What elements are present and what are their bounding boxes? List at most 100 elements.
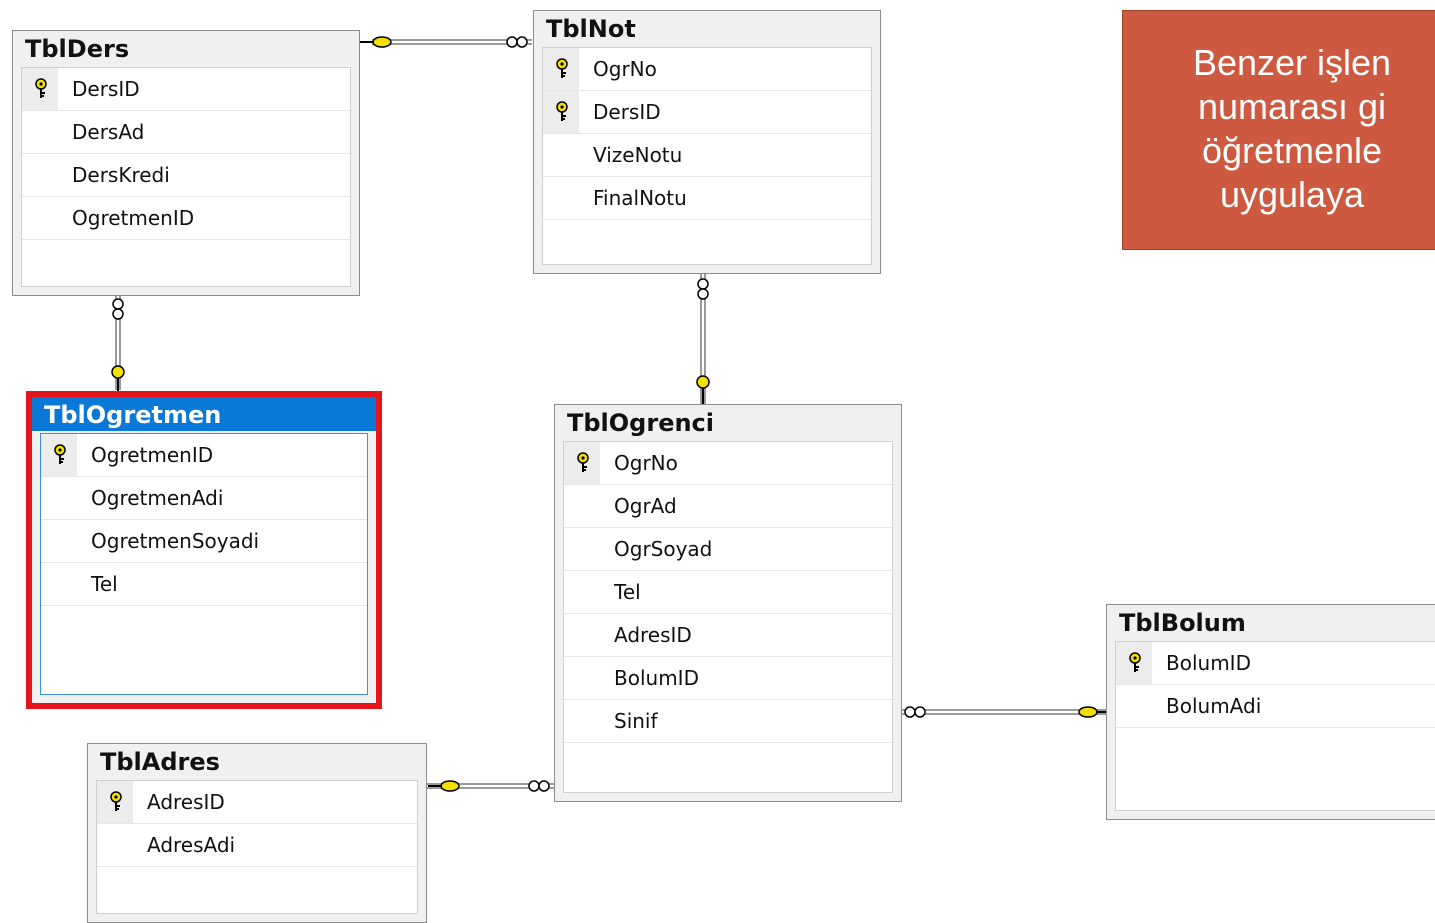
many-end-infinity-icon <box>904 706 926 718</box>
column-grid: AdresID AdresAdi <box>96 780 418 914</box>
many-end-infinity-icon <box>697 278 709 300</box>
row-selector <box>564 571 600 613</box>
column-row[interactable]: DersID <box>22 68 350 111</box>
many-end-infinity-icon <box>112 298 124 320</box>
callout-line: Benzer işlen <box>1192 42 1392 83</box>
column-name: OgretmenID <box>72 206 195 230</box>
table-tblnot[interactable]: TblNot OgrNo DersID VizeNotu FinalNotu <box>533 10 881 274</box>
column-grid: OgrNo OgrAd OgrSoyad Tel AdresID BolumID Sinif <box>563 441 893 793</box>
column-name: OgretmenAdi <box>91 486 224 510</box>
column-row[interactable]: AdresID <box>97 781 417 824</box>
column-row[interactable]: Sinif <box>564 700 892 743</box>
column-row[interactable]: Tel <box>41 563 367 606</box>
column-name: DersID <box>72 77 140 101</box>
rel-ders-not <box>360 36 532 48</box>
column-grid: OgrNo DersID VizeNotu FinalNotu <box>542 47 872 265</box>
column-name: OgrNo <box>614 451 678 475</box>
column-name: AdresID <box>147 790 225 814</box>
row-selector <box>22 68 58 110</box>
column-name: BolumID <box>1166 651 1251 675</box>
column-row[interactable]: OgrNo <box>564 442 892 485</box>
column-name: VizeNotu <box>593 143 683 167</box>
column-row[interactable]: Tel <box>564 571 892 614</box>
rel-not-ogrenci <box>696 274 710 404</box>
table-title[interactable]: TblAdres <box>88 744 426 778</box>
column-row[interactable]: BolumID <box>564 657 892 700</box>
column-name: Sinif <box>614 709 658 733</box>
column-name: Tel <box>614 580 641 604</box>
column-name: OgrAd <box>614 494 677 518</box>
column-name: AdresID <box>614 623 692 647</box>
column-name: DersAd <box>72 120 145 144</box>
many-end-infinity-icon <box>506 36 528 48</box>
column-row[interactable]: VizeNotu <box>543 134 871 177</box>
column-row[interactable]: OgretmenAdi <box>41 477 367 520</box>
column-row[interactable]: DersKredi <box>22 154 350 197</box>
row-selector <box>97 781 133 823</box>
callout-line: numarası gi <box>1197 86 1387 127</box>
column-grid: OgretmenID OgretmenAdi OgretmenSoyadi Tel <box>40 433 368 695</box>
callout-note: Benzer işlen numarası gi öğretmenle uygu… <box>1122 10 1435 250</box>
column-name: DersID <box>593 100 661 124</box>
column-row[interactable]: OgretmenSoyadi <box>41 520 367 563</box>
row-selector <box>543 48 579 90</box>
row-selector <box>543 134 579 176</box>
column-row[interactable]: DersAd <box>22 111 350 154</box>
row-selector <box>543 177 579 219</box>
callout-line: uygulaya <box>1219 174 1365 215</box>
one-end-key-icon <box>360 36 392 48</box>
one-end-key-icon <box>696 375 710 404</box>
table-tblders[interactable]: TblDers DersID DersAd DersKredi OgretmenID <box>12 30 360 296</box>
row-selector <box>41 520 77 562</box>
table-tblogretmen[interactable]: TblOgretmen OgretmenID OgretmenAdi Ogretme… <box>26 391 382 709</box>
row-selector <box>41 434 77 476</box>
column-row[interactable]: OgrSoyad <box>564 528 892 571</box>
column-row[interactable]: OgrNo <box>543 48 871 91</box>
table-tblbolum[interactable]: TblBolum BolumID BolumAdi <box>1106 604 1435 820</box>
column-grid: BolumID BolumAdi <box>1115 641 1435 811</box>
column-name: OgretmenSoyadi <box>91 529 260 553</box>
column-name: BolumID <box>614 666 699 690</box>
table-title[interactable]: TblOgrenci <box>555 405 901 439</box>
column-name: OgrNo <box>593 57 657 81</box>
rel-adres-ogrenci <box>426 780 554 792</box>
column-grid: DersID DersAd DersKredi OgretmenID <box>21 67 351 287</box>
row-selector <box>1116 685 1152 727</box>
table-tblogrenci[interactable]: TblOgrenci OgrNo OgrAd OgrSoyad Tel AdresID B… <box>554 404 902 802</box>
column-row[interactable]: OgretmenID <box>41 434 367 477</box>
row-selector <box>543 91 579 133</box>
row-selector <box>22 154 58 196</box>
table-title[interactable]: TblDers <box>13 31 359 65</box>
column-row[interactable]: DersID <box>543 91 871 134</box>
row-selector <box>564 657 600 699</box>
column-name: Tel <box>91 572 118 596</box>
table-tbladres[interactable]: TblAdres AdresID AdresAdi <box>87 743 427 923</box>
column-name: OgretmenID <box>91 443 214 467</box>
column-row[interactable]: OgretmenID <box>22 197 350 240</box>
row-selector <box>564 528 600 570</box>
row-selector <box>41 563 77 605</box>
column-row[interactable]: BolumAdi <box>1116 685 1435 728</box>
row-selector <box>564 442 600 484</box>
column-row[interactable]: OgrAd <box>564 485 892 528</box>
rel-ders-ogretmen <box>111 296 125 392</box>
table-title[interactable]: TblNot <box>534 11 880 45</box>
row-selector <box>564 485 600 527</box>
row-selector <box>41 477 77 519</box>
row-selector <box>564 614 600 656</box>
column-name: BolumAdi <box>1166 694 1262 718</box>
column-row[interactable]: BolumID <box>1116 642 1435 685</box>
column-row[interactable]: AdresAdi <box>97 824 417 867</box>
column-row[interactable]: AdresID <box>564 614 892 657</box>
column-name: FinalNotu <box>593 186 687 210</box>
one-end-key-icon <box>111 365 125 392</box>
column-row[interactable]: FinalNotu <box>543 177 871 220</box>
column-name: AdresAdi <box>147 833 236 857</box>
table-title[interactable]: TblOgretmen <box>32 397 376 431</box>
one-end-key-icon <box>1078 706 1108 718</box>
table-title[interactable]: TblBolum <box>1107 605 1435 639</box>
row-selector <box>97 824 133 866</box>
row-selector <box>22 111 58 153</box>
row-selector <box>1116 642 1152 684</box>
rel-ogrenci-bolum <box>902 706 1108 718</box>
